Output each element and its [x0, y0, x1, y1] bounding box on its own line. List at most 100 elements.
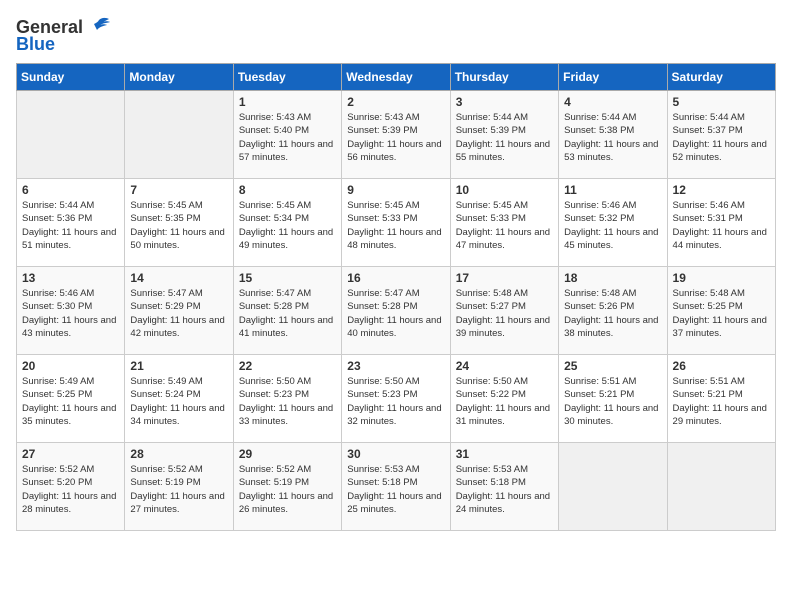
- calendar-cell: 24 Sunrise: 5:50 AM Sunset: 5:22 PM Dayli…: [450, 355, 558, 443]
- day-info: Sunrise: 5:46 AM Sunset: 5:32 PM Dayligh…: [564, 199, 661, 252]
- day-number: 31: [456, 447, 553, 461]
- day-info: Sunrise: 5:47 AM Sunset: 5:28 PM Dayligh…: [347, 287, 444, 340]
- day-number: 7: [130, 183, 227, 197]
- day-info: Sunrise: 5:48 AM Sunset: 5:26 PM Dayligh…: [564, 287, 661, 340]
- day-info: Sunrise: 5:50 AM Sunset: 5:23 PM Dayligh…: [347, 375, 444, 428]
- logo-bird-icon: [85, 16, 113, 38]
- calendar-cell: 27 Sunrise: 5:52 AM Sunset: 5:20 PM Dayli…: [17, 443, 125, 531]
- day-info: Sunrise: 5:49 AM Sunset: 5:24 PM Dayligh…: [130, 375, 227, 428]
- calendar-week-row: 6 Sunrise: 5:44 AM Sunset: 5:36 PM Daylig…: [17, 179, 776, 267]
- day-info: Sunrise: 5:44 AM Sunset: 5:37 PM Dayligh…: [673, 111, 770, 164]
- calendar-cell: 4 Sunrise: 5:44 AM Sunset: 5:38 PM Daylig…: [559, 91, 667, 179]
- day-header-wednesday: Wednesday: [342, 64, 450, 91]
- calendar-cell: 23 Sunrise: 5:50 AM Sunset: 5:23 PM Dayli…: [342, 355, 450, 443]
- day-number: 13: [22, 271, 119, 285]
- logo: General Blue: [16, 16, 113, 55]
- day-number: 17: [456, 271, 553, 285]
- day-info: Sunrise: 5:44 AM Sunset: 5:39 PM Dayligh…: [456, 111, 553, 164]
- calendar-cell: 1 Sunrise: 5:43 AM Sunset: 5:40 PM Daylig…: [233, 91, 341, 179]
- calendar-cell: 2Sunrise: 5:43 AM Sunset: 5:39 PM Daylig…: [342, 91, 450, 179]
- day-number: 18: [564, 271, 661, 285]
- day-info: Sunrise: 5:48 AM Sunset: 5:27 PM Dayligh…: [456, 287, 553, 340]
- day-info: Sunrise: 5:45 AM Sunset: 5:35 PM Dayligh…: [130, 199, 227, 252]
- calendar-cell: 22 Sunrise: 5:50 AM Sunset: 5:23 PM Dayli…: [233, 355, 341, 443]
- day-info: Sunrise: 5:43 AM Sunset: 5:39 PM Dayligh…: [347, 111, 444, 164]
- day-header-sunday: Sunday: [17, 64, 125, 91]
- calendar-cell: 7 Sunrise: 5:45 AM Sunset: 5:35 PM Daylig…: [125, 179, 233, 267]
- day-number: 10: [456, 183, 553, 197]
- day-number: 12: [673, 183, 770, 197]
- calendar-cell: 3 Sunrise: 5:44 AM Sunset: 5:39 PM Daylig…: [450, 91, 558, 179]
- day-info: Sunrise: 5:52 AM Sunset: 5:19 PM Dayligh…: [239, 463, 336, 516]
- day-info: Sunrise: 5:53 AM Sunset: 5:18 PM Dayligh…: [456, 463, 553, 516]
- calendar-cell: 25 Sunrise: 5:51 AM Sunset: 5:21 PM Dayli…: [559, 355, 667, 443]
- day-number: 22: [239, 359, 336, 373]
- day-info: Sunrise: 5:43 AM Sunset: 5:40 PM Dayligh…: [239, 111, 336, 164]
- calendar-week-row: 13 Sunrise: 5:46 AM Sunset: 5:30 PM Dayli…: [17, 267, 776, 355]
- day-number: 25: [564, 359, 661, 373]
- calendar-cell: 17 Sunrise: 5:48 AM Sunset: 5:27 PM Dayli…: [450, 267, 558, 355]
- day-number: 6: [22, 183, 119, 197]
- day-number: 11: [564, 183, 661, 197]
- calendar-cell: 30 Sunrise: 5:53 AM Sunset: 5:18 PM Dayli…: [342, 443, 450, 531]
- calendar-cell: 14Sunrise: 5:47 AM Sunset: 5:29 PM Dayli…: [125, 267, 233, 355]
- calendar-cell: 15 Sunrise: 5:47 AM Sunset: 5:28 PM Dayli…: [233, 267, 341, 355]
- day-header-friday: Friday: [559, 64, 667, 91]
- calendar-cell: 29 Sunrise: 5:52 AM Sunset: 5:19 PM Dayli…: [233, 443, 341, 531]
- page-header: General Blue: [16, 16, 776, 55]
- day-info: Sunrise: 5:52 AM Sunset: 5:20 PM Dayligh…: [22, 463, 119, 516]
- day-number: 15: [239, 271, 336, 285]
- calendar-cell: 10 Sunrise: 5:45 AM Sunset: 5:33 PM Dayli…: [450, 179, 558, 267]
- day-info: Sunrise: 5:46 AM Sunset: 5:30 PM Dayligh…: [22, 287, 119, 340]
- day-number: 3: [456, 95, 553, 109]
- calendar-cell: 13 Sunrise: 5:46 AM Sunset: 5:30 PM Dayli…: [17, 267, 125, 355]
- calendar-cell: 11 Sunrise: 5:46 AM Sunset: 5:32 PM Dayli…: [559, 179, 667, 267]
- calendar-table: SundayMondayTuesdayWednesdayThursdayFrid…: [16, 63, 776, 531]
- day-number: 21: [130, 359, 227, 373]
- logo-blue-text: Blue: [16, 34, 55, 55]
- day-number: 5: [673, 95, 770, 109]
- day-info: Sunrise: 5:53 AM Sunset: 5:18 PM Dayligh…: [347, 463, 444, 516]
- day-number: 9: [347, 183, 444, 197]
- day-number: 1: [239, 95, 336, 109]
- day-number: 30: [347, 447, 444, 461]
- calendar-cell: 20 Sunrise: 5:49 AM Sunset: 5:25 PM Dayli…: [17, 355, 125, 443]
- day-info: Sunrise: 5:44 AM Sunset: 5:38 PM Dayligh…: [564, 111, 661, 164]
- day-number: 24: [456, 359, 553, 373]
- day-info: Sunrise: 5:45 AM Sunset: 5:34 PM Dayligh…: [239, 199, 336, 252]
- day-info: Sunrise: 5:51 AM Sunset: 5:21 PM Dayligh…: [564, 375, 661, 428]
- day-number: 23: [347, 359, 444, 373]
- day-info: Sunrise: 5:50 AM Sunset: 5:22 PM Dayligh…: [456, 375, 553, 428]
- day-info: Sunrise: 5:45 AM Sunset: 5:33 PM Dayligh…: [347, 199, 444, 252]
- day-header-tuesday: Tuesday: [233, 64, 341, 91]
- day-info: Sunrise: 5:47 AM Sunset: 5:28 PM Dayligh…: [239, 287, 336, 340]
- day-number: 8: [239, 183, 336, 197]
- day-header-thursday: Thursday: [450, 64, 558, 91]
- calendar-cell: [667, 443, 775, 531]
- day-number: 20: [22, 359, 119, 373]
- day-number: 16: [347, 271, 444, 285]
- day-number: 29: [239, 447, 336, 461]
- day-number: 28: [130, 447, 227, 461]
- calendar-cell: 9 Sunrise: 5:45 AM Sunset: 5:33 PM Daylig…: [342, 179, 450, 267]
- calendar-cell: 16 Sunrise: 5:47 AM Sunset: 5:28 PM Dayli…: [342, 267, 450, 355]
- day-number: 14: [130, 271, 227, 285]
- calendar-cell: 8 Sunrise: 5:45 AM Sunset: 5:34 PM Daylig…: [233, 179, 341, 267]
- day-info: Sunrise: 5:50 AM Sunset: 5:23 PM Dayligh…: [239, 375, 336, 428]
- calendar-header-row: SundayMondayTuesdayWednesdayThursdayFrid…: [17, 64, 776, 91]
- day-number: 4: [564, 95, 661, 109]
- day-header-monday: Monday: [125, 64, 233, 91]
- day-number: 27: [22, 447, 119, 461]
- calendar-cell: 28Sunrise: 5:52 AM Sunset: 5:19 PM Dayli…: [125, 443, 233, 531]
- day-info: Sunrise: 5:48 AM Sunset: 5:25 PM Dayligh…: [673, 287, 770, 340]
- calendar-cell: 26Sunrise: 5:51 AM Sunset: 5:21 PM Dayli…: [667, 355, 775, 443]
- calendar-cell: [17, 91, 125, 179]
- calendar-cell: 6 Sunrise: 5:44 AM Sunset: 5:36 PM Daylig…: [17, 179, 125, 267]
- calendar-cell: 12Sunrise: 5:46 AM Sunset: 5:31 PM Dayli…: [667, 179, 775, 267]
- day-info: Sunrise: 5:51 AM Sunset: 5:21 PM Dayligh…: [673, 375, 770, 428]
- calendar-cell: 18 Sunrise: 5:48 AM Sunset: 5:26 PM Dayli…: [559, 267, 667, 355]
- day-info: Sunrise: 5:45 AM Sunset: 5:33 PM Dayligh…: [456, 199, 553, 252]
- calendar-cell: 5 Sunrise: 5:44 AM Sunset: 5:37 PM Daylig…: [667, 91, 775, 179]
- day-info: Sunrise: 5:44 AM Sunset: 5:36 PM Dayligh…: [22, 199, 119, 252]
- day-info: Sunrise: 5:49 AM Sunset: 5:25 PM Dayligh…: [22, 375, 119, 428]
